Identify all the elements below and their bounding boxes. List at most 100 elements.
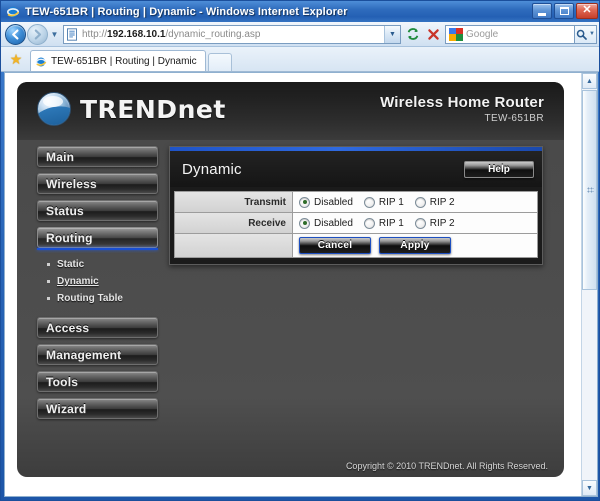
product-info: Wireless Home Router TEW-651BR — [380, 94, 544, 124]
tab-label: TEW-651BR | Routing | Dynamic — [51, 55, 197, 67]
radio-icon[interactable] — [414, 217, 426, 229]
bullet-icon — [47, 280, 50, 283]
internet-explorer-icon — [6, 5, 20, 19]
browser-tab[interactable]: TEW-651BR | Routing | Dynamic — [30, 50, 206, 71]
form-row-receive: Receive Disabled RIP 1 RIP 2 — [174, 212, 538, 233]
favorites-button[interactable]: ★ — [5, 48, 27, 70]
sidebar-item-tools[interactable]: Tools — [37, 371, 158, 392]
sidebar-item-wizard[interactable]: Wizard — [37, 398, 158, 419]
search-go-button[interactable]: ▼ — [575, 24, 597, 44]
sidebar-subitem-label: Dynamic — [57, 276, 99, 287]
form-row-actions: Cancel Apply — [174, 233, 538, 258]
copyright-text: Copyright © 2010 TRENDnet. All Rights Re… — [345, 461, 548, 471]
sidebar-item-status[interactable]: Status — [37, 200, 158, 221]
radio-icon[interactable] — [414, 196, 426, 208]
sidebar-subitem-dynamic[interactable]: Dynamic — [37, 273, 158, 290]
page-viewport: TRENDnet Wireless Home Router TEW-651BR … — [4, 72, 598, 497]
bullet-icon — [47, 263, 50, 266]
apply-button[interactable]: Apply — [379, 237, 451, 254]
address-dropdown-button[interactable]: ▼ — [384, 25, 400, 43]
sidebar-item-access[interactable]: Access — [37, 317, 158, 338]
sidebar-submenu-routing: Static Dynamic Routing Table — [37, 256, 158, 307]
sidebar-item-wireless[interactable]: Wireless — [37, 173, 158, 194]
sidebar-subitem-label: Routing Table — [57, 293, 123, 304]
history-dropdown-button[interactable]: ▼ — [48, 24, 61, 44]
chevron-down-icon: ▼ — [389, 30, 396, 38]
arrow-right-icon — [34, 29, 42, 39]
address-bar[interactable]: http://192.168.10.1/dynamic_routing.asp … — [63, 24, 401, 44]
row-field: Disabled RIP 1 RIP 2 — [293, 213, 537, 233]
sidebar-item-label: Main — [46, 149, 75, 164]
scroll-down-button[interactable]: ▼ — [582, 480, 597, 496]
caret-up-icon: ▲ — [586, 77, 593, 85]
receive-option-disabled[interactable]: Disabled — [299, 217, 353, 229]
sidebar-item-label: Management — [46, 347, 122, 362]
receive-option-rip2[interactable]: RIP 2 — [414, 217, 455, 229]
minimize-icon — [538, 12, 546, 16]
search-input[interactable]: Google — [466, 29, 498, 40]
sidebar-subitem-routing-table[interactable]: Routing Table — [37, 290, 158, 307]
help-button[interactable]: Help — [464, 160, 534, 178]
transmit-label: Transmit — [244, 196, 286, 208]
apply-button-label: Apply — [400, 240, 430, 251]
vertical-scrollbar[interactable]: ▲ ▼ — [581, 73, 597, 496]
row-label-spacer — [175, 234, 293, 257]
help-button-label: Help — [488, 163, 510, 175]
sidebar-subitem-static[interactable]: Static — [37, 256, 158, 273]
cancel-button[interactable]: Cancel — [299, 237, 371, 254]
window-controls: ✕ — [532, 3, 598, 19]
sidebar-item-label: Wizard — [46, 401, 87, 416]
chevron-down-icon: ▼ — [50, 29, 59, 39]
search-box[interactable]: Google — [445, 24, 575, 44]
content-panel: Dynamic Help Transmit Disabled RIP 1 RIP… — [169, 146, 543, 265]
forward-button[interactable] — [27, 23, 48, 45]
grip-icon — [587, 187, 594, 193]
close-icon: ✕ — [582, 4, 592, 16]
transmit-option-disabled[interactable]: Disabled — [299, 196, 353, 208]
radio-icon[interactable] — [363, 196, 375, 208]
back-button[interactable] — [5, 23, 26, 45]
sidebar-item-routing[interactable]: Routing — [37, 227, 158, 250]
tab-bar: ★ TEW-651BR | Routing | Dynamic — [1, 47, 599, 72]
window-title: TEW-651BR | Routing | Dynamic - Windows … — [25, 5, 348, 18]
chevron-down-icon: ▼ — [589, 31, 595, 37]
trendnet-orb-icon — [37, 92, 71, 126]
radio-icon[interactable] — [299, 196, 310, 208]
row-field-actions: Cancel Apply — [293, 234, 537, 257]
product-name: Wireless Home Router — [380, 94, 544, 111]
refresh-button[interactable] — [403, 24, 423, 44]
receive-option-rip1[interactable]: RIP 1 — [363, 217, 404, 229]
transmit-option-rip2[interactable]: RIP 2 — [414, 196, 455, 208]
google-icon — [449, 27, 463, 41]
browser-toolbar: ▼ http://192.168.10.1/dynamic_routing.as… — [1, 22, 599, 47]
scroll-up-button[interactable]: ▲ — [582, 73, 597, 89]
page-icon — [66, 27, 79, 41]
sidebar-item-label: Wireless — [46, 176, 97, 191]
sidebar-item-label: Access — [46, 320, 90, 335]
address-text: http://192.168.10.1/dynamic_routing.asp — [82, 28, 261, 40]
close-button[interactable]: ✕ — [576, 3, 598, 19]
receive-radio-group: Disabled RIP 1 RIP 2 — [299, 217, 462, 229]
minimize-button[interactable] — [532, 3, 552, 19]
refresh-icon — [407, 28, 419, 40]
brand: TRENDnet — [37, 92, 226, 126]
stop-button[interactable] — [423, 24, 443, 44]
router-header: TRENDnet Wireless Home Router TEW-651BR — [17, 82, 564, 140]
sidebar-item-label: Tools — [46, 374, 79, 389]
row-label: Receive — [175, 213, 293, 233]
caret-down-icon: ▼ — [586, 484, 593, 492]
form-row-transmit: Transmit Disabled RIP 1 RIP 2 — [174, 191, 538, 212]
radio-icon[interactable] — [363, 217, 375, 229]
transmit-option-rip1[interactable]: RIP 1 — [363, 196, 404, 208]
sidebar-item-label: Status — [46, 203, 84, 218]
star-icon: ★ — [9, 50, 23, 67]
receive-label: Receive — [248, 217, 286, 229]
row-field: Disabled RIP 1 RIP 2 — [293, 192, 537, 212]
new-tab-button[interactable] — [207, 53, 232, 71]
sidebar-item-management[interactable]: Management — [37, 344, 158, 365]
scrollbar-thumb[interactable] — [582, 90, 597, 290]
sidebar-item-main[interactable]: Main — [37, 146, 158, 167]
bullet-icon — [47, 297, 50, 300]
maximize-button[interactable] — [554, 3, 574, 19]
radio-icon[interactable] — [299, 217, 310, 229]
